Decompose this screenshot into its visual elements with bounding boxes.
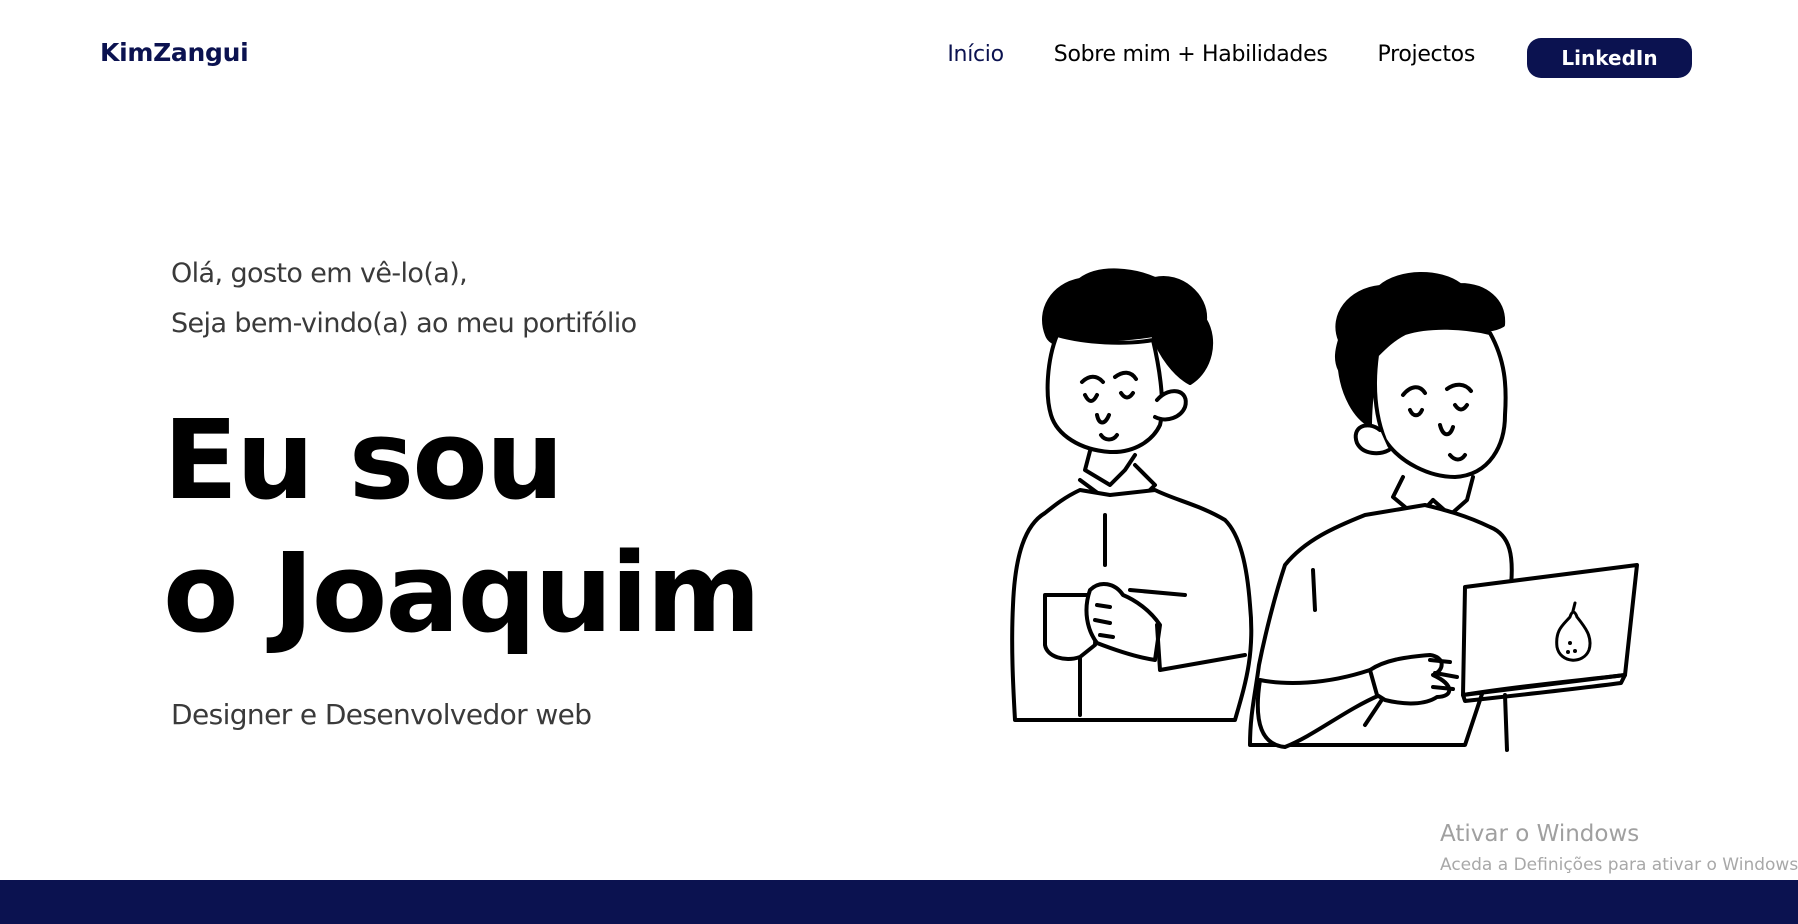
headline-line-1: Eu sou [163,396,564,524]
nav-link-inicio[interactable]: Início [947,42,1004,67]
greeting-line-2: Seja bem-vindo(a) ao meu portifólio [171,308,637,339]
greeting-line-1: Olá, gosto em vê-lo(a), [171,258,468,289]
nav-link-projectos[interactable]: Projectos [1378,42,1476,67]
site-logo[interactable]: KimZangui [100,38,249,67]
left-person-face [1045,333,1165,455]
headline-line-2: o Joaquim [163,529,761,657]
left-person-ear [1153,389,1188,422]
linkedin-button[interactable]: LinkedIn [1527,38,1692,78]
main-nav: Início Sobre mim + Habilidades Projectos [947,42,1475,67]
windows-activation-title: Ativar o Windows [1440,821,1640,847]
developers-illustration [1010,268,1639,752]
windows-activation-subtitle: Aceda a Definições para ativar o Windows… [1440,855,1798,875]
nav-link-sobre-mim[interactable]: Sobre mim + Habilidades [1054,42,1328,67]
role-subtitle: Designer e Desenvolvedor web [171,698,592,731]
footer-band [0,880,1798,924]
right-person-face [1373,325,1508,479]
